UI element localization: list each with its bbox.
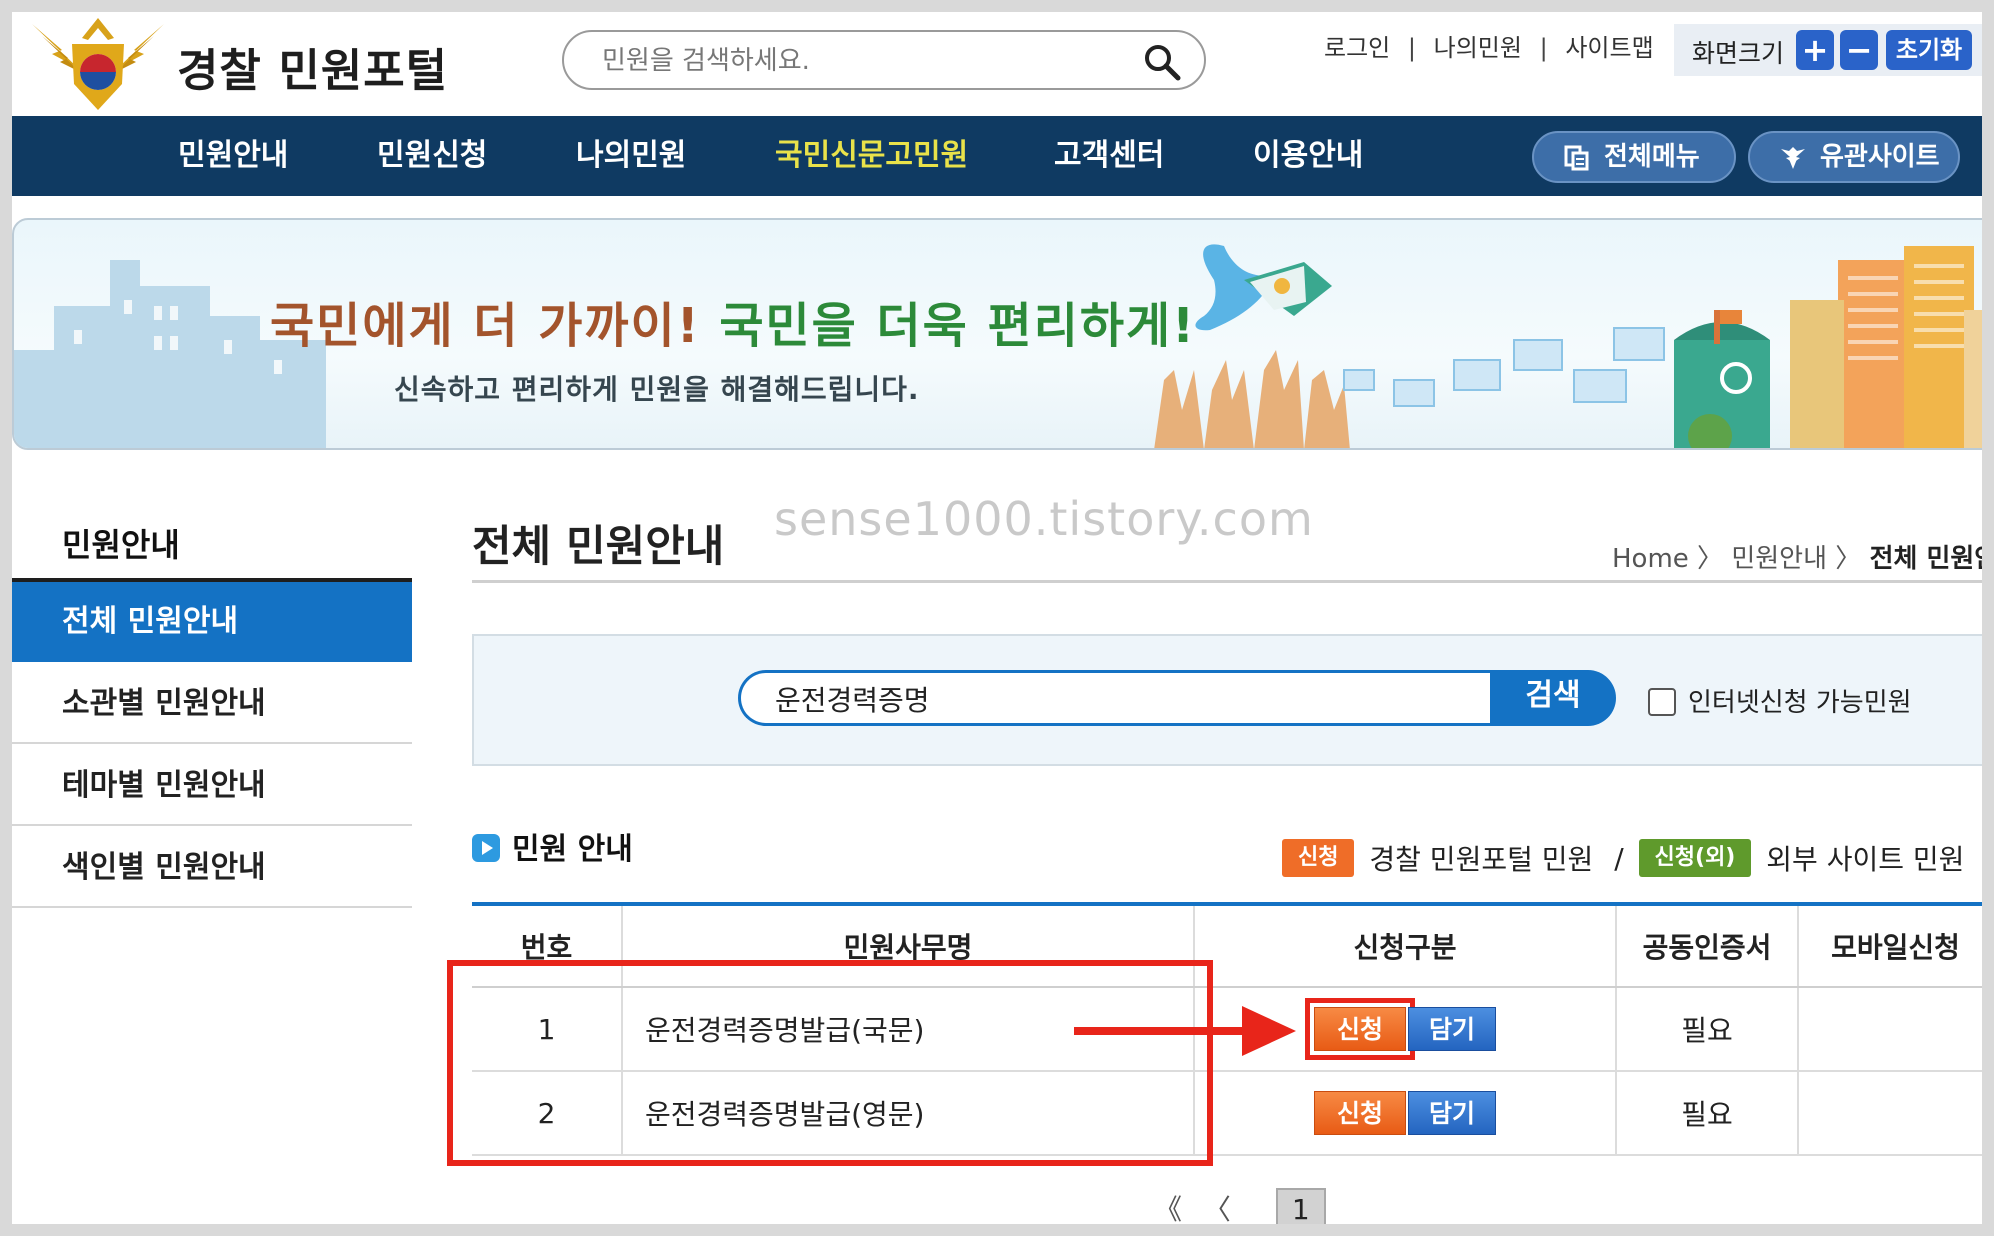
annotation-arrow-icon <box>1074 1006 1296 1056</box>
banner-subline: 신속하고 편리하게 민원을 해결해드립니다. <box>394 373 920 406</box>
row-apply-cell: 신청 담기 <box>1193 1071 1616 1156</box>
col-header-mobile: 모바일신청 <box>1797 902 1982 988</box>
col-header-apply-type: 신청구분 <box>1193 902 1616 988</box>
separator: | <box>1407 34 1416 62</box>
nav-item-my-requests[interactable]: 나의민원 <box>576 116 686 196</box>
search-icon[interactable] <box>1142 42 1182 82</box>
breadcrumb-current: 전체 민원안내 <box>1869 544 1982 574</box>
internet-apply-checkbox[interactable] <box>1648 688 1676 716</box>
banner-headline-part1: 국민에게 더 가까이! <box>270 298 701 354</box>
col-header-certificate: 공동인증서 <box>1615 902 1798 988</box>
all-menu-button[interactable]: 전체메뉴 <box>1532 131 1736 183</box>
search-box <box>738 670 1490 726</box>
site-title[interactable]: 경찰 민원포털 <box>177 34 448 99</box>
sidebar-item-by-index[interactable]: 색인별 민원안내 <box>12 828 412 908</box>
zoom-reset-button[interactable]: 초기화 <box>1886 30 1972 70</box>
watermark: sense1000.tistory.com <box>774 492 1314 546</box>
login-link[interactable]: 로그인 <box>1324 34 1390 62</box>
zoom-out-button[interactable]: − <box>1840 30 1878 70</box>
apply-button[interactable]: 신청 <box>1305 998 1415 1060</box>
row-mobile <box>1797 987 1982 1072</box>
divider <box>472 580 1982 583</box>
row-certificate: 필요 <box>1615 1071 1798 1156</box>
page-number-current[interactable]: 1 <box>1275 1188 1326 1224</box>
related-sites-label: 유관사이트 <box>1820 142 1940 172</box>
section-arrow-icon <box>472 834 500 862</box>
pagination: 《 〈 1 <box>1148 1188 1326 1224</box>
sidebar-title: 민원안내 <box>62 526 180 564</box>
breadcrumb: Home 〉 민원안내 〉 전체 민원안내 <box>1612 538 1982 575</box>
legend-divider: / <box>1614 841 1624 875</box>
apply-button[interactable]: 신청 <box>1314 1091 1406 1135</box>
legend-internal-badge: 신청 <box>1282 839 1355 877</box>
row-certificate: 필요 <box>1615 987 1798 1072</box>
search-panel: 검색 인터넷신청 가능민원 <box>472 634 1982 766</box>
zoom-in-button[interactable]: + <box>1796 30 1834 70</box>
first-page-button[interactable]: 《 <box>1148 1188 1188 1224</box>
section-title: 민원 안내 <box>512 832 633 867</box>
emblem-icon <box>1781 147 1805 169</box>
all-menu-label: 전체메뉴 <box>1604 142 1700 172</box>
legend-internal-text: 경찰 민원포털 민원 <box>1369 843 1594 876</box>
sidebar-item-by-theme[interactable]: 테마별 민원안내 <box>12 746 412 826</box>
add-to-cart-button[interactable]: 담기 <box>1408 1091 1496 1135</box>
global-search <box>562 30 1206 90</box>
my-requests-link[interactable]: 나의민원 <box>1434 34 1522 62</box>
nav-item-guide[interactable]: 민원안내 <box>178 116 288 196</box>
zoom-controls: 화면크기 + − 초기화 <box>1674 24 1982 76</box>
menu-icon <box>1564 145 1589 171</box>
sidebar-item-by-department[interactable]: 소관별 민원안내 <box>12 664 412 744</box>
page: 경찰 민원포털 로그인 | 나의민원 | 사이트맵 화면크기 + − 초기화 민… <box>12 12 1982 1224</box>
breadcrumb-level1[interactable]: 민원안내 <box>1731 544 1827 574</box>
utility-links: 로그인 | 나의민원 | 사이트맵 <box>1324 28 1654 63</box>
sidebar-item-all-guide[interactable]: 전체 민원안내 <box>12 582 412 662</box>
annotation-highlight-box <box>447 960 1213 1166</box>
global-search-input[interactable] <box>600 42 1124 80</box>
prev-page-button[interactable]: 〈 <box>1197 1188 1237 1224</box>
banner-headline-part2: 국민을 더욱 편리하게! <box>719 298 1197 354</box>
search-button[interactable]: 검색 <box>1490 670 1616 726</box>
breadcrumb-separator: 〉 <box>1697 544 1724 574</box>
row-mobile <box>1797 1071 1982 1156</box>
related-sites-button[interactable]: 유관사이트 <box>1748 131 1960 183</box>
legend-external-text: 외부 사이트 민원 <box>1766 843 1965 876</box>
hero-banner: 국민에게 더 가까이! 국민을 더욱 편리하게! 신속하고 편리하게 민원을 해… <box>12 218 1982 450</box>
police-emblem-logo[interactable] <box>22 14 174 114</box>
breadcrumb-home[interactable]: Home <box>1612 544 1689 574</box>
zoom-label: 화면크기 <box>1692 39 1785 68</box>
nav-item-customer-center[interactable]: 고객센터 <box>1054 116 1164 196</box>
sitemap-link[interactable]: 사이트맵 <box>1565 34 1653 62</box>
nav-item-apply[interactable]: 민원신청 <box>377 116 487 196</box>
banner-headline: 국민에게 더 가까이! 국민을 더욱 편리하게! <box>270 286 1196 356</box>
page-title: 전체 민원안내 <box>472 522 725 572</box>
nav-item-epeople[interactable]: 국민신문고민원 <box>775 116 968 196</box>
legend-external-badge: 신청(외) <box>1638 839 1752 877</box>
legend: 신청 경찰 민원포털 민원 / 신청(외) 외부 사이트 민원 <box>1282 838 1970 878</box>
main-nav: 민원안내 민원신청 나의민원 국민신문고민원 고객센터 이용안내 전체메뉴 유관… <box>12 116 1982 196</box>
breadcrumb-separator: 〉 <box>1835 544 1862 574</box>
search-input[interactable] <box>773 681 1457 717</box>
separator: | <box>1539 34 1548 62</box>
nav-item-usage-guide[interactable]: 이용안내 <box>1253 116 1363 196</box>
add-to-cart-button[interactable]: 담기 <box>1408 1007 1496 1051</box>
internet-apply-checkbox-label[interactable]: 인터넷신청 가능민원 <box>1688 682 1912 719</box>
